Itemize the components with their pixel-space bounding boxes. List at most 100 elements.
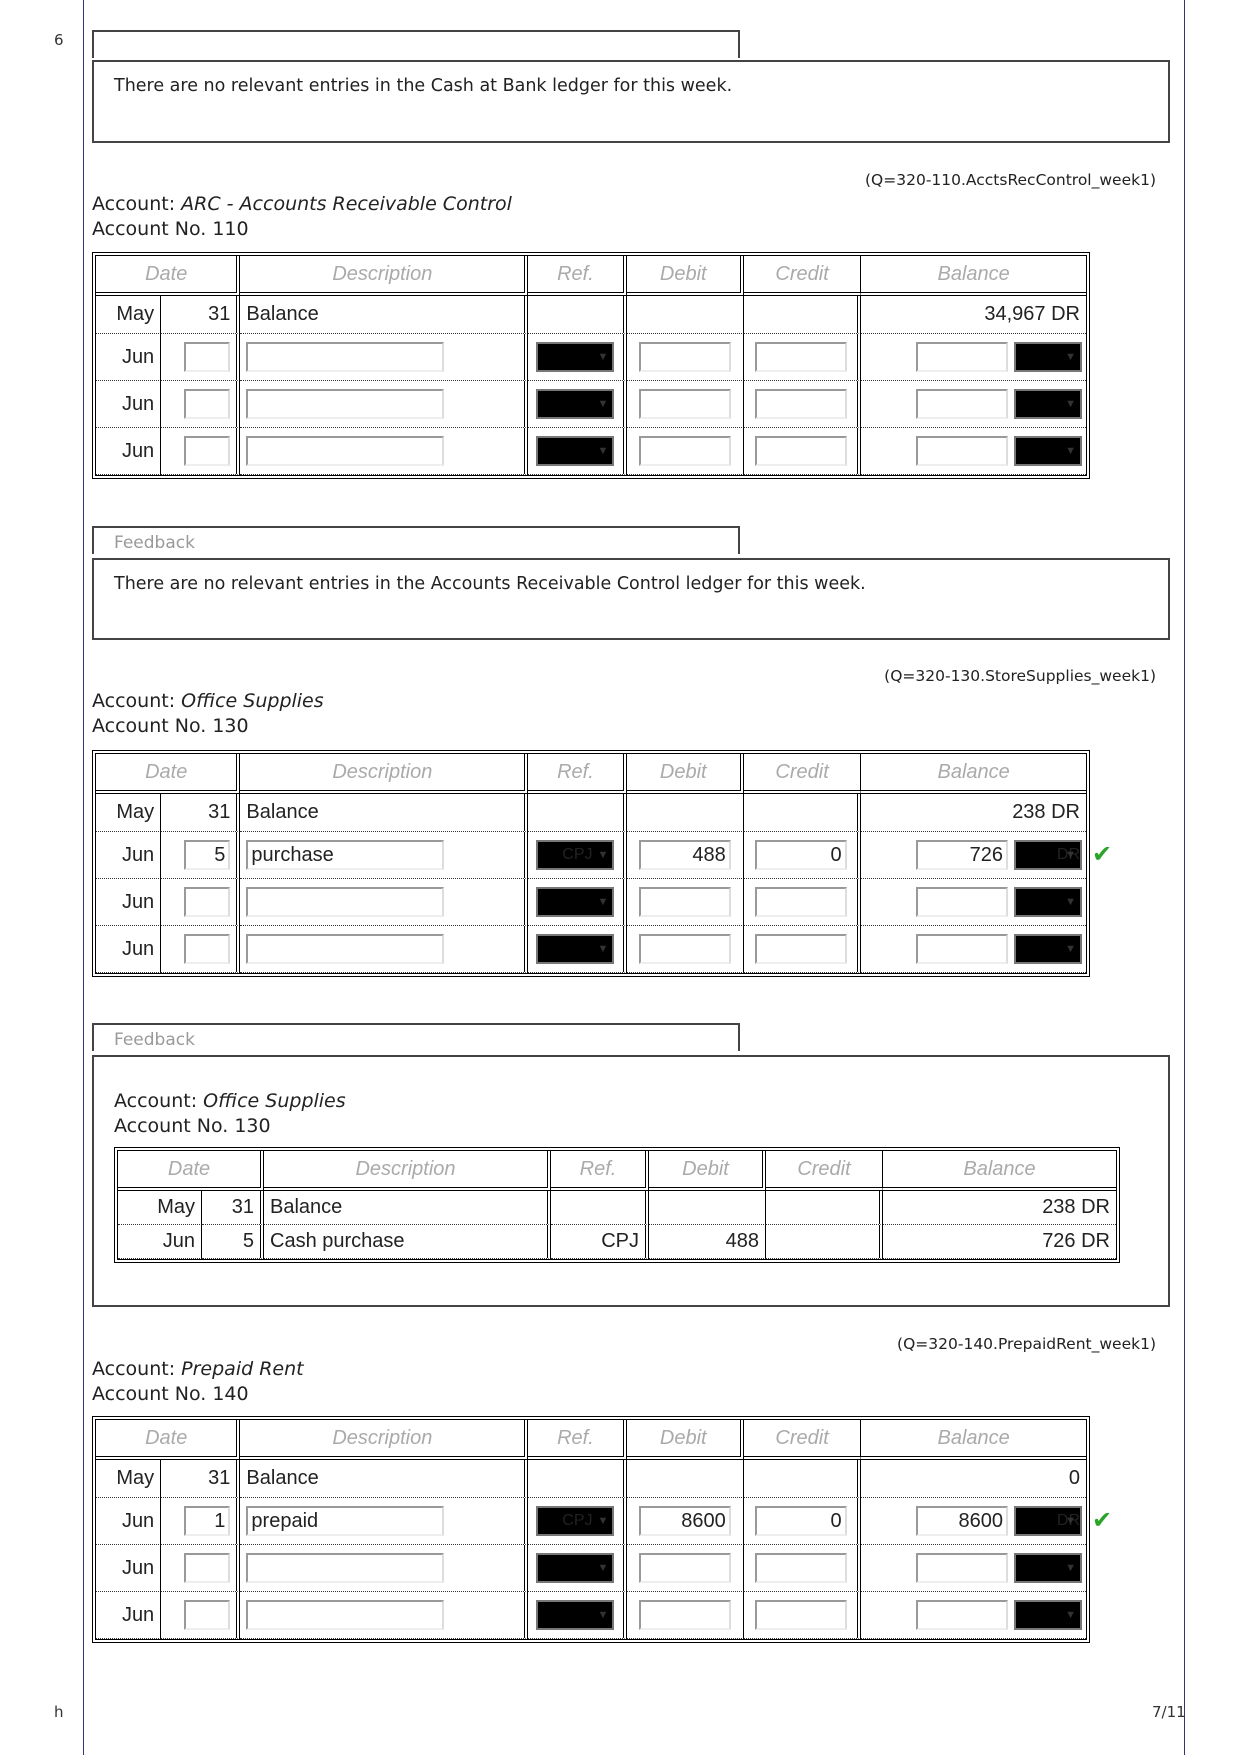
cell-description <box>240 926 529 973</box>
account-name: ARC - Accounts Receivable Control <box>181 193 512 215</box>
ref-select[interactable]: CPJ ▼ <box>536 1506 615 1536</box>
balance-input[interactable] <box>916 389 1008 419</box>
cell-balance: 238 DR <box>861 794 1086 832</box>
column-header-balance: Balance <box>861 754 1086 794</box>
debit-input[interactable] <box>638 887 731 917</box>
description-input[interactable] <box>246 1600 445 1630</box>
day-input[interactable]: 5 <box>184 840 231 870</box>
account-number: Account No. 130 <box>114 1115 271 1137</box>
cell-debit <box>626 1592 744 1639</box>
table-header-row: Date Description Ref. Debit Credit Balance <box>96 1420 1086 1460</box>
day-input[interactable] <box>184 934 231 964</box>
balance-input[interactable]: 726 <box>916 840 1008 870</box>
day-input[interactable] <box>184 436 231 466</box>
balance-input[interactable] <box>916 887 1008 917</box>
ref-select[interactable]: ▼ <box>536 887 615 917</box>
credit-input[interactable] <box>754 389 847 419</box>
credit-input[interactable]: 0 <box>754 1506 847 1536</box>
cell-balance: 34,967 DR <box>861 296 1086 334</box>
cell-credit <box>743 381 862 428</box>
credit-input[interactable]: 0 <box>754 840 847 870</box>
correct-check-icon: ✔ <box>1092 1506 1113 1534</box>
ref-select[interactable]: ▼ <box>536 934 615 964</box>
account-prefix: Account: <box>92 690 182 712</box>
description-input[interactable] <box>246 342 445 372</box>
cell-debit <box>626 381 744 428</box>
debit-input[interactable]: 488 <box>638 840 731 870</box>
debit-input[interactable] <box>638 436 731 466</box>
balance-input[interactable] <box>916 1600 1008 1630</box>
cell-ref: ▼ <box>528 428 627 475</box>
ref-select[interactable]: ▼ <box>536 436 615 466</box>
description-input[interactable] <box>246 934 445 964</box>
cell-debit <box>626 1460 744 1498</box>
balance-input[interactable] <box>916 342 1008 372</box>
column-header-ref: Ref. <box>528 754 627 794</box>
description-input[interactable] <box>246 887 445 917</box>
column-header-date: Date <box>118 1151 264 1191</box>
balance-input[interactable] <box>916 934 1008 964</box>
balance-side-select[interactable]: DR ▼ <box>1014 1506 1082 1536</box>
column-header-description: Description <box>240 754 529 794</box>
ledger-entry-row: Jun 1 prepaid CPJ ▼ 8600 0 8600 DR ▼ <box>96 1498 1086 1545</box>
ledger-table: Date Description Ref. Debit Credit Balance May… <box>92 252 1090 479</box>
cell-description: Balance <box>240 794 529 832</box>
ledger-entry-row: Jun ▼ ▼ <box>96 428 1086 475</box>
description-input[interactable]: prepaid <box>246 1506 445 1536</box>
balance-side-select[interactable]: ▼ <box>1014 436 1082 466</box>
debit-input[interactable] <box>638 1600 731 1630</box>
balance-input[interactable] <box>916 1553 1008 1583</box>
description-input[interactable]: purchase <box>246 840 445 870</box>
debit-input[interactable] <box>638 1553 731 1583</box>
dropdown-arrow-icon: ▼ <box>1065 445 1076 457</box>
ref-select[interactable]: CPJ ▼ <box>536 840 615 870</box>
description-input[interactable] <box>246 389 445 419</box>
description-input[interactable] <box>246 1553 445 1583</box>
balance-side-select[interactable]: ▼ <box>1014 887 1082 917</box>
debit-input[interactable] <box>638 934 731 964</box>
balance-side-select[interactable]: ▼ <box>1014 389 1082 419</box>
day-input[interactable] <box>184 1600 231 1630</box>
ref-select[interactable]: ▼ <box>536 342 615 372</box>
balance-side-select[interactable]: ▼ <box>1014 1553 1082 1583</box>
credit-input[interactable] <box>754 436 847 466</box>
day-input[interactable] <box>184 887 231 917</box>
credit-input[interactable] <box>754 342 847 372</box>
ref-select[interactable]: ▼ <box>536 389 615 419</box>
credit-input[interactable] <box>754 1600 847 1630</box>
page-number: 7/11 <box>1152 1703 1186 1721</box>
column-header-debit: Debit <box>626 1420 744 1460</box>
balance-side-select[interactable]: ▼ <box>1014 342 1082 372</box>
credit-input[interactable] <box>754 934 847 964</box>
cell-debit <box>626 428 744 475</box>
description-input[interactable] <box>246 436 445 466</box>
dropdown-arrow-icon: ▼ <box>597 1609 609 1621</box>
ref-select[interactable]: ▼ <box>536 1553 615 1583</box>
balance-input[interactable] <box>916 436 1008 466</box>
ref-select[interactable]: ▼ <box>536 1600 615 1630</box>
day-input[interactable] <box>184 342 231 372</box>
table-row: May 31 Balance 238 DR <box>118 1191 1116 1225</box>
debit-input[interactable] <box>638 342 731 372</box>
debit-input[interactable]: 8600 <box>638 1506 731 1536</box>
cell-day <box>161 926 241 973</box>
page-left-border <box>83 0 84 1755</box>
cell-day: 31 <box>161 296 241 334</box>
balance-input[interactable]: 8600 <box>916 1506 1008 1536</box>
balance-side-select[interactable]: DR ▼ <box>1014 840 1082 870</box>
day-input[interactable] <box>184 389 231 419</box>
cell-month: Jun <box>96 1498 162 1545</box>
day-input[interactable]: 1 <box>184 1506 231 1536</box>
balance-side-select[interactable]: ▼ <box>1014 1600 1082 1630</box>
dropdown-arrow-icon: ▼ <box>597 1515 609 1527</box>
balance-side-select[interactable]: ▼ <box>1014 934 1082 964</box>
credit-input[interactable] <box>754 887 847 917</box>
dropdown-arrow-icon: ▼ <box>597 943 609 955</box>
column-header-description: Description <box>264 1151 551 1191</box>
debit-input[interactable] <box>638 389 731 419</box>
column-header-credit: Credit <box>766 1151 883 1191</box>
cell-month: Jun <box>118 1225 202 1259</box>
column-header-balance: Balance <box>861 256 1086 296</box>
day-input[interactable] <box>184 1553 231 1583</box>
credit-input[interactable] <box>754 1553 847 1583</box>
